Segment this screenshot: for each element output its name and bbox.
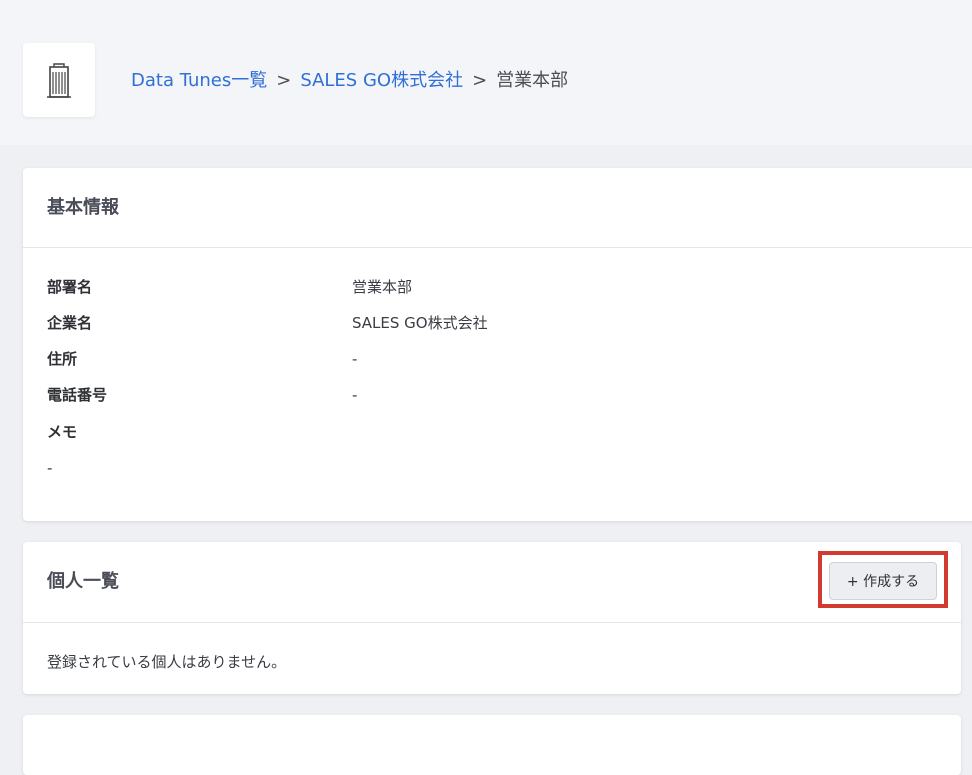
info-label: 部署名: [47, 278, 93, 296]
info-label: 電話番号: [47, 386, 108, 404]
memo-value: -: [47, 459, 53, 477]
basic-info-card: 基本情報 部署名 営業本部 企業名 SALES GO株式会社 住所 - 電話番号…: [23, 168, 972, 521]
partial-card: [23, 715, 961, 775]
info-label: 住所: [47, 350, 78, 368]
info-label: 企業名: [47, 314, 93, 332]
basic-info-title: 基本情報: [47, 197, 119, 218]
building-icon: [47, 63, 71, 98]
create-person-button[interactable]: + 作成する: [829, 562, 937, 600]
breadcrumb-link-datatunes[interactable]: Data Tunes一覧: [131, 70, 267, 91]
info-label: メモ: [47, 423, 78, 441]
info-value: -: [352, 386, 358, 404]
info-value: SALES GO株式会社: [352, 314, 488, 332]
people-empty-message: 登録されている個人はありません。: [47, 653, 287, 671]
people-header: 個人一覧 + 作成する: [23, 542, 961, 623]
basic-info-header: 基本情報: [23, 168, 972, 248]
info-value: 営業本部: [352, 278, 413, 296]
people-title: 個人一覧: [47, 571, 119, 592]
breadcrumb-separator: >: [472, 70, 488, 91]
people-card: 個人一覧 + 作成する 登録されている個人はありません。: [23, 542, 961, 694]
breadcrumb: Data Tunes一覧 > SALES GO株式会社 > 営業本部: [131, 68, 568, 94]
page-header: Data Tunes一覧 > SALES GO株式会社 > 営業本部: [0, 0, 972, 145]
breadcrumb-current: 営業本部: [496, 70, 569, 91]
breadcrumb-link-company[interactable]: SALES GO株式会社: [300, 70, 463, 91]
breadcrumb-separator: >: [276, 70, 292, 91]
company-logo: [23, 43, 95, 117]
info-value: -: [352, 350, 358, 368]
